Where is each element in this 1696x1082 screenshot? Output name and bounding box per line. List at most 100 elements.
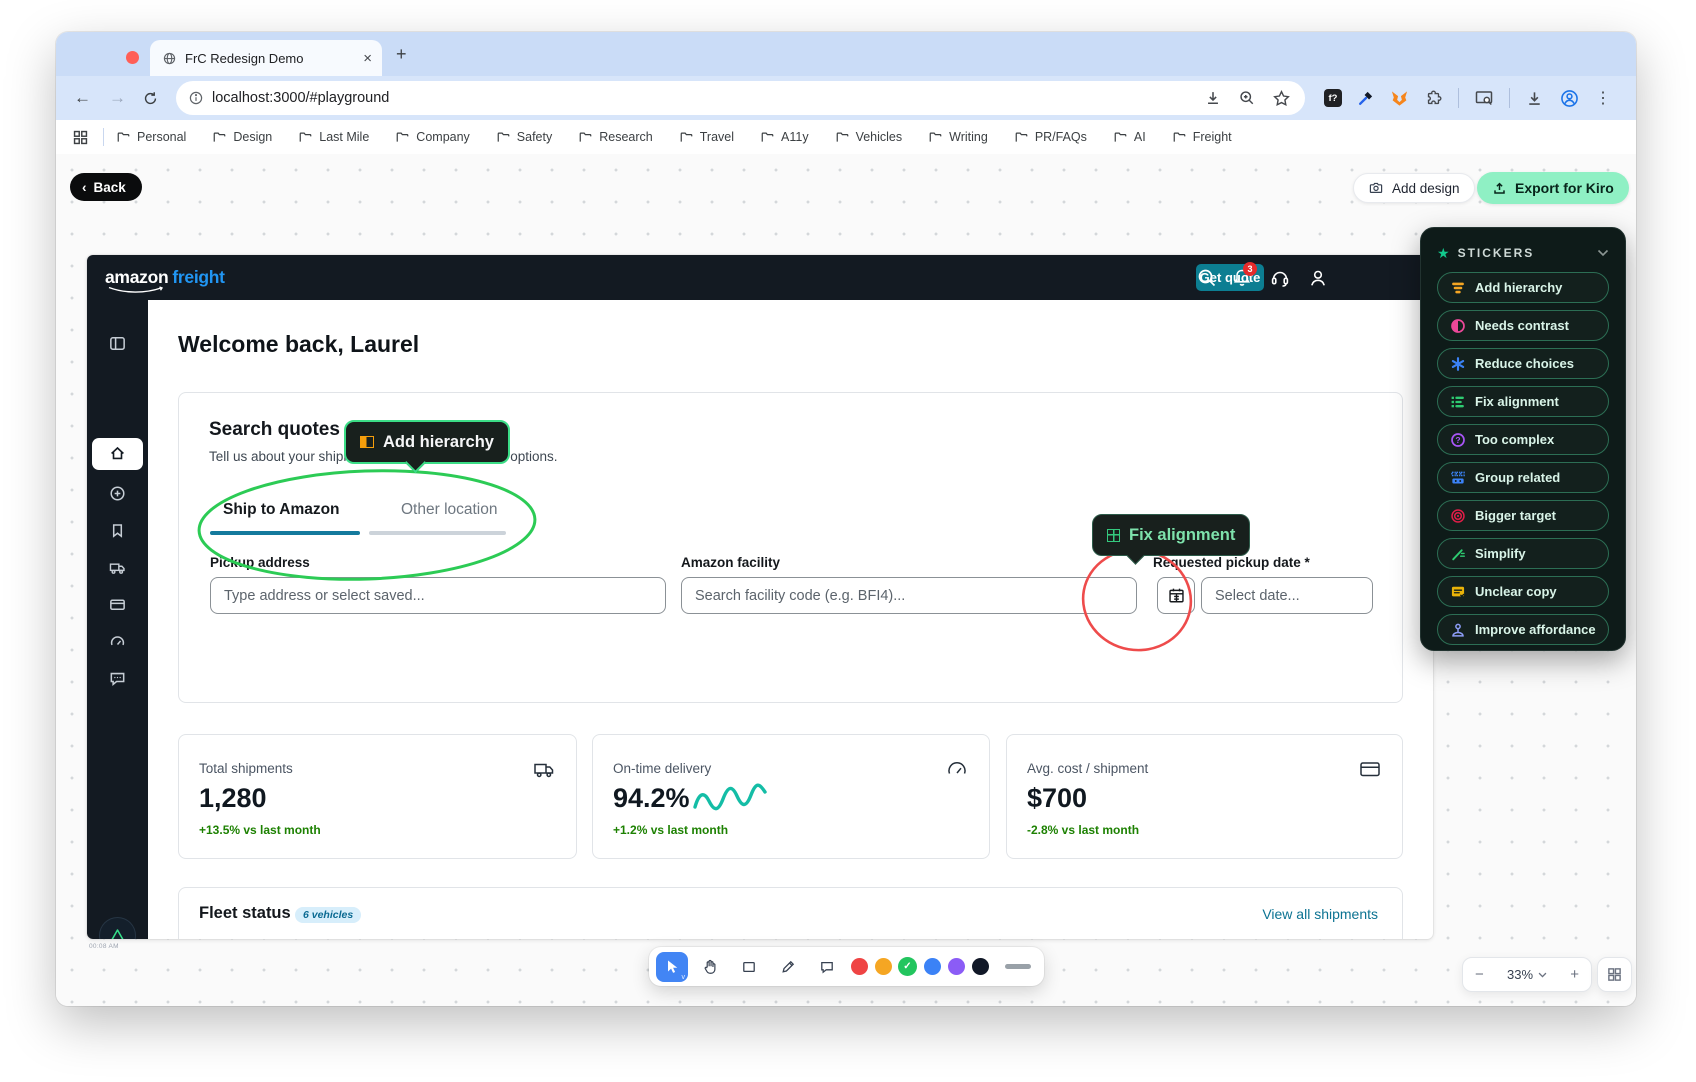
bookmark-folder[interactable]: Freight xyxy=(1172,130,1232,145)
pencil-tool-button[interactable] xyxy=(771,952,805,982)
account-person-icon[interactable] xyxy=(1307,267,1329,289)
calendar-button[interactable] xyxy=(1157,577,1195,614)
bookmark-folder[interactable]: Writing xyxy=(928,130,988,145)
profile-avatar-icon[interactable] xyxy=(1559,88,1580,109)
view-all-shipments-link[interactable]: View all shipments xyxy=(1262,906,1378,922)
stickers-header[interactable]: ★ STICKERS xyxy=(1437,241,1609,265)
collapse-panel-icon[interactable] xyxy=(108,334,127,353)
browser-tab[interactable]: FrC Redesign Demo × xyxy=(150,40,382,76)
color-swatch-black[interactable] xyxy=(972,958,989,975)
extensions-puzzle-icon[interactable] xyxy=(1424,89,1443,108)
sticker-fix-alignment-item[interactable]: Fix alignment xyxy=(1437,386,1609,417)
inspect-device-icon[interactable] xyxy=(1474,88,1494,108)
sticker-add-hierarchy-item[interactable]: Add hierarchy xyxy=(1437,272,1609,303)
browser-menu-icon[interactable]: ⋮ xyxy=(1595,88,1611,108)
bookmark-folder[interactable]: A11y xyxy=(760,130,809,145)
reload-icon[interactable] xyxy=(142,90,159,107)
playground-canvas[interactable]: ‹ Back Add design Export for Kiro amazon… xyxy=(56,154,1636,1006)
assistant-logo-button[interactable] xyxy=(100,918,135,939)
color-swatch-green-selected[interactable]: ✓ xyxy=(898,957,917,976)
sidebar-item-performance[interactable] xyxy=(108,632,127,651)
select-tool-button[interactable]: v xyxy=(656,952,688,982)
bookmarks-bar: Personal Design Last Mile Company Safety… xyxy=(56,120,1636,154)
tab-close-icon[interactable]: × xyxy=(363,51,372,66)
sticker-group-related-item[interactable]: Group related xyxy=(1437,462,1609,493)
color-swatch-blue[interactable] xyxy=(924,958,941,975)
sticker-improve-affordance-item[interactable]: Improve affordance xyxy=(1437,614,1609,645)
bookmark-folder[interactable]: PR/FAQs xyxy=(1014,130,1087,145)
hand-icon xyxy=(702,959,718,975)
back-nav-icon[interactable]: ← xyxy=(74,88,91,108)
sticker-add-hierarchy[interactable]: Add hierarchy xyxy=(344,420,510,464)
amazon-facility-input[interactable] xyxy=(681,577,1137,614)
zoom-in-button[interactable]: + xyxy=(1570,966,1579,983)
site-info-icon[interactable] xyxy=(188,90,204,106)
bookmark-folder[interactable]: AI xyxy=(1113,130,1146,145)
amazon-smile-icon xyxy=(107,286,165,294)
sidebar-item-shipments[interactable] xyxy=(108,558,127,577)
stroke-width-sample[interactable] xyxy=(1005,964,1031,969)
metamask-extension-icon[interactable] xyxy=(1390,89,1409,108)
export-for-kiro-button[interactable]: Export for Kiro xyxy=(1477,172,1629,204)
download-icon[interactable] xyxy=(1204,89,1222,107)
bookmark-folder[interactable]: Personal xyxy=(116,130,186,145)
sticker-unclear-copy-item[interactable]: Unclear copy xyxy=(1437,576,1609,607)
active-tab-underline xyxy=(210,531,360,535)
tab-other-location[interactable]: Other location xyxy=(401,501,498,519)
bookmark-folder[interactable]: Last Mile xyxy=(298,130,369,145)
search-icon[interactable] xyxy=(1196,267,1218,289)
sticker-reduce-choices-item[interactable]: Reduce choices xyxy=(1437,348,1609,379)
chevron-down-icon xyxy=(1538,972,1547,978)
pickup-date-input[interactable] xyxy=(1201,577,1373,614)
bookmark-folder[interactable]: Safety xyxy=(496,130,552,145)
zoom-out-button[interactable]: − xyxy=(1475,966,1484,983)
color-swatch-red[interactable] xyxy=(851,958,868,975)
rectangle-tool-button[interactable] xyxy=(732,952,766,982)
eyedropper-extension-icon[interactable] xyxy=(1357,89,1375,107)
folder-icon xyxy=(679,130,694,145)
sticker-bigger-target-item[interactable]: Bigger target xyxy=(1437,500,1609,531)
sticker-too-complex-item[interactable]: ? Too complex xyxy=(1437,424,1609,455)
new-tab-button[interactable]: + xyxy=(396,44,407,65)
support-headset-icon[interactable] xyxy=(1269,267,1291,289)
sidebar-item-messages[interactable] xyxy=(108,669,127,688)
grid-view-button[interactable] xyxy=(1597,957,1632,992)
toolbar-separator xyxy=(1458,88,1459,108)
message-icon xyxy=(1450,584,1466,600)
hand-tool-button[interactable] xyxy=(693,952,727,982)
sidebar-item-billing[interactable] xyxy=(108,595,127,614)
bookmark-folder[interactable]: Design xyxy=(212,130,272,145)
zoom-level[interactable]: 33% xyxy=(1507,967,1547,982)
close-window-button[interactable] xyxy=(126,51,139,64)
bookmark-star-icon[interactable] xyxy=(1272,89,1291,108)
font-extension-icon[interactable]: f? xyxy=(1324,89,1342,107)
comment-tool-button[interactable] xyxy=(810,952,844,982)
pickup-address-input[interactable] xyxy=(210,577,666,614)
frame-label: 00:08 AM xyxy=(89,943,119,950)
sticker-simplify-item[interactable]: Simplify xyxy=(1437,538,1609,569)
tab-ship-to-amazon[interactable]: Ship to Amazon xyxy=(223,501,340,519)
sidebar-item-home[interactable] xyxy=(92,438,143,470)
bookmark-folder[interactable]: Vehicles xyxy=(835,130,903,145)
back-button[interactable]: ‹ Back xyxy=(70,173,142,201)
notifications-bell[interactable]: 3 xyxy=(1231,267,1253,289)
bookmark-folder[interactable]: Travel xyxy=(679,130,734,145)
bookmark-folder[interactable]: Company xyxy=(395,130,470,145)
apps-grid-icon[interactable] xyxy=(72,129,89,146)
color-swatch-orange[interactable] xyxy=(875,958,892,975)
zoom-page-icon[interactable] xyxy=(1238,89,1256,107)
bookmark-folder[interactable]: Research xyxy=(578,130,653,145)
add-design-button[interactable]: Add design xyxy=(1353,173,1475,203)
chevron-down-icon[interactable] xyxy=(1597,249,1609,257)
group-icon xyxy=(1450,470,1466,486)
url-bar[interactable]: localhost:3000/#playground xyxy=(176,81,1305,115)
design-artboard[interactable]: amazonfreight Get quote 3 xyxy=(87,255,1433,939)
sticker-needs-contrast-item[interactable]: Needs contrast xyxy=(1437,310,1609,341)
sidebar-item-saved[interactable] xyxy=(108,521,127,540)
sidebar-item-new[interactable] xyxy=(108,484,127,503)
downloads-toolbar-icon[interactable] xyxy=(1525,89,1544,108)
sticker-fix-alignment[interactable]: Fix alignment xyxy=(1092,514,1250,556)
color-swatch-purple[interactable] xyxy=(948,958,965,975)
grid-icon xyxy=(1107,529,1120,542)
align-list-icon xyxy=(1450,394,1466,410)
